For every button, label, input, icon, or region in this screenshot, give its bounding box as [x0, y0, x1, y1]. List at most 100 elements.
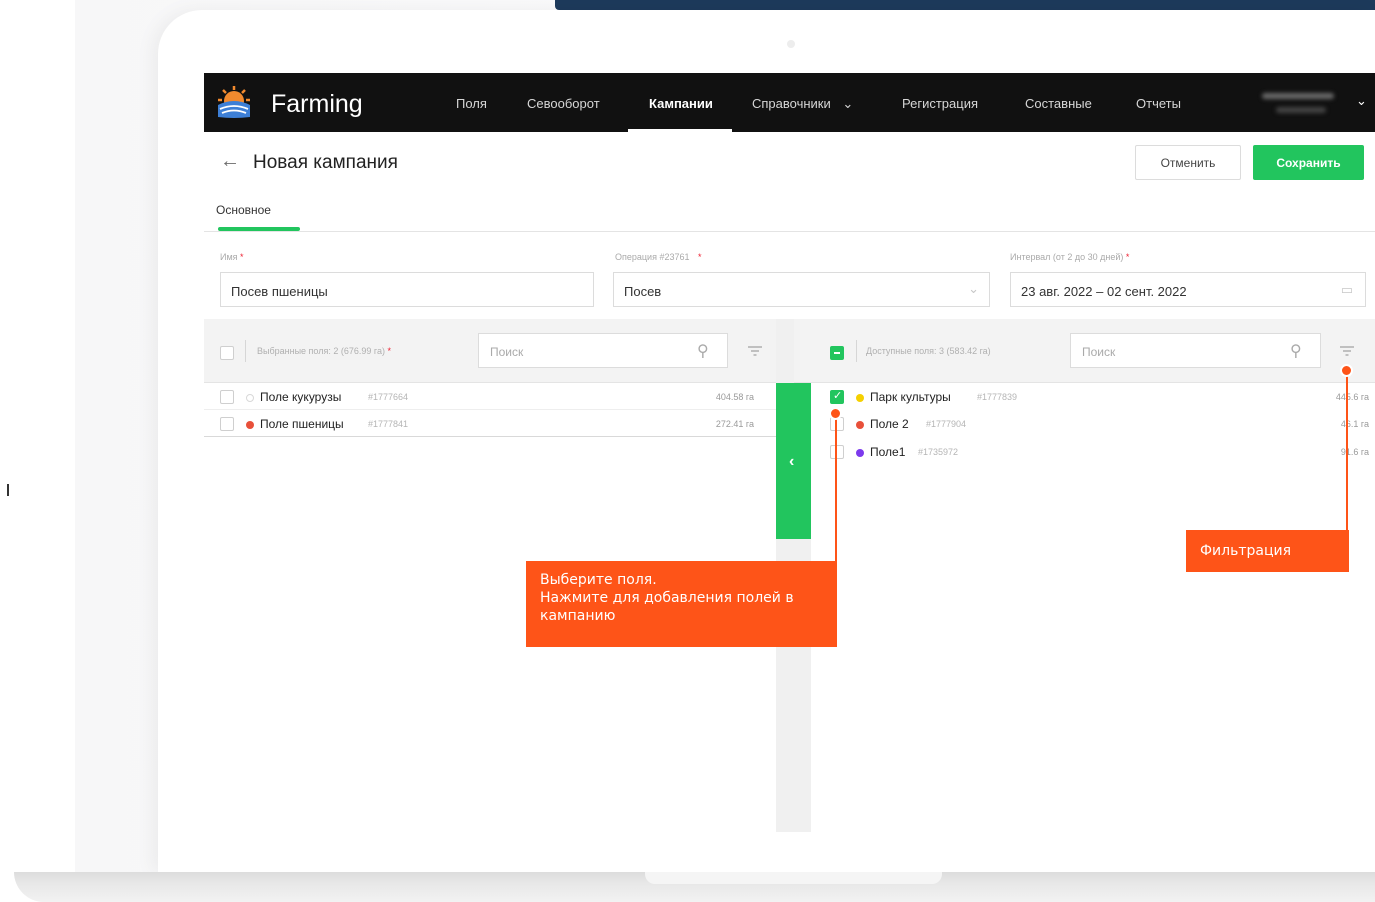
field-name: Поле1: [870, 445, 906, 459]
user-name-blurred: [1262, 93, 1334, 99]
table-row[interactable]: Поле пшеницы #1777841 272.41 га: [204, 411, 776, 437]
chevron-left-icon: ‹: [789, 453, 795, 470]
callout-line: [1346, 374, 1348, 530]
calendar-icon[interactable]: ▭: [1341, 282, 1353, 298]
available-fields-panel-header: Доступные поля: 3 (583.42 га) Поиск ⚲: [794, 319, 1375, 383]
chevron-down-icon: ⌄: [842, 96, 854, 111]
field-area: 404.58 га: [715, 392, 754, 402]
callout-marker: [829, 407, 842, 420]
tab-main[interactable]: Основное: [216, 203, 271, 217]
required-mark: *: [1125, 252, 1130, 262]
field-name: Поле пшеницы: [260, 417, 344, 431]
page-title: Новая кампания: [253, 152, 398, 173]
table-row[interactable]: Поле1 #1735972 91.6 га: [811, 439, 1375, 465]
operation-select-value: Посев: [624, 284, 662, 299]
field-id: #1777664: [368, 392, 409, 402]
callout-text-line: кампанию: [540, 608, 616, 624]
field-id: #1777841: [368, 419, 409, 429]
table-row[interactable]: Поле 2 #1777904 46.1 га: [811, 411, 1375, 437]
callout-text-line: Нажмите для добавления полей в: [540, 590, 794, 606]
app-window: Farming Поля Севооборот Кампании Справоч…: [204, 73, 1375, 832]
screenshot-stage: { "app": { "logo_text": "Farming", "nav"…: [0, 0, 1375, 902]
laptop-notch: [645, 872, 942, 884]
nav-item-composite[interactable]: Составные: [1025, 96, 1092, 111]
select-all-selected-checkbox[interactable]: [220, 346, 234, 360]
operation-field-label-text: Операция #23761: [615, 252, 690, 262]
field-area: 445.6 га: [1335, 392, 1369, 402]
row-checkbox-checked[interactable]: ✓: [830, 390, 844, 404]
nav-item-directories[interactable]: Справочники ⌄: [752, 96, 853, 112]
field-id: #1735972: [918, 447, 959, 457]
tab-divider: [204, 231, 1375, 232]
required-mark: *: [698, 252, 702, 262]
operation-select[interactable]: Посев ⌄: [613, 272, 990, 307]
device-top-strip: [555, 0, 1375, 10]
laptop-camera: [787, 40, 795, 48]
interval-date-range-value: 23 авг. 2022 – 02 сент. 2022: [1021, 284, 1187, 299]
field-color-dot: [856, 394, 864, 402]
app-logo-text[interactable]: Farming: [271, 90, 363, 119]
available-fields-search-input[interactable]: Поиск ⚲: [1070, 333, 1321, 368]
field-area: 272.41 га: [715, 419, 754, 429]
edge-mark: [7, 484, 9, 496]
filter-callout: Фильтрация: [1186, 530, 1349, 572]
nav-item-fields[interactable]: Поля: [456, 96, 487, 111]
field-color-dot: [856, 421, 864, 429]
top-navigation-bar: Farming Поля Севооборот Кампании Справоч…: [204, 73, 1375, 132]
callout-text-line: Выберите поля.: [540, 572, 657, 588]
table-row[interactable]: ✓ Парк культуры #1777839 445.6 га: [811, 384, 1375, 410]
required-mark: *: [240, 252, 244, 262]
list-bottom-divider: [204, 436, 776, 437]
interval-field-label: Интервал (от 2 до 30 дней) *: [1010, 252, 1129, 262]
nav-active-indicator: [628, 129, 732, 132]
nav-item-crop-rotation[interactable]: Севооборот: [527, 96, 600, 111]
nav-item-reports[interactable]: Отчеты: [1136, 96, 1181, 111]
field-color-dot: [856, 449, 864, 457]
cancel-button[interactable]: Отменить: [1135, 145, 1241, 180]
search-icon[interactable]: ⚲: [1290, 341, 1302, 361]
arrow-left-icon[interactable]: ←: [220, 150, 240, 173]
user-menu[interactable]: [1254, 87, 1354, 119]
search-icon[interactable]: ⚲: [697, 341, 709, 361]
operation-field-label: Операция #23761 *: [615, 252, 702, 262]
save-button[interactable]: Сохранить: [1253, 145, 1364, 180]
field-name: Парк культуры: [870, 390, 951, 404]
table-row[interactable]: Поле кукурузы #1777664 404.58 га: [204, 384, 776, 410]
row-checkbox[interactable]: [220, 417, 234, 431]
selected-fields-search-input[interactable]: Поиск ⚲: [478, 333, 728, 368]
selected-fields-count-text: Выбранные поля: 2 (676.99 га): [257, 346, 385, 356]
move-fields-button[interactable]: ‹: [776, 383, 811, 539]
field-id: #1777904: [926, 419, 967, 429]
header-separator: [856, 340, 857, 362]
chevron-down-icon[interactable]: ⌄: [1356, 93, 1367, 109]
field-color-dot: [246, 394, 254, 402]
required-mark: *: [387, 346, 392, 356]
search-placeholder: Поиск: [1082, 345, 1116, 359]
name-input[interactable]: Посев пшеницы: [220, 272, 594, 307]
interval-field-label-text: Интервал (от 2 до 30 дней): [1010, 252, 1124, 262]
field-id: #1777839: [977, 392, 1018, 402]
callout-marker: [1340, 364, 1353, 377]
row-checkbox[interactable]: [220, 390, 234, 404]
selected-fields-count-label: Выбранные поля: 2 (676.99 га) *: [257, 346, 391, 356]
name-field-label: Имя *: [220, 252, 244, 262]
chevron-down-icon: ⌄: [968, 281, 979, 296]
selected-fields-panel-header: Выбранные поля: 2 (676.99 га) * Поиск ⚲: [204, 319, 776, 383]
field-name: Поле 2: [870, 417, 909, 431]
select-all-available-checkbox[interactable]: [830, 346, 844, 360]
select-fields-callout: Выберите поля. Нажмите для добавления по…: [526, 561, 837, 647]
nav-item-registration[interactable]: Регистрация: [902, 96, 978, 111]
available-fields-count-label: Доступные поля: 3 (583.42 га): [866, 346, 991, 356]
nav-item-directories-label: Справочники: [752, 96, 831, 111]
checkmark-icon: ✓: [833, 390, 843, 402]
field-name: Поле кукурузы: [260, 390, 342, 404]
logo-icon: [218, 86, 250, 118]
callout-line: [835, 416, 837, 561]
nav-item-campaigns[interactable]: Кампании: [649, 96, 713, 111]
filter-icon[interactable]: [748, 346, 762, 356]
row-checkbox[interactable]: [830, 445, 844, 459]
interval-date-range-input[interactable]: 23 авг. 2022 – 02 сент. 2022 ▭: [1010, 272, 1366, 307]
user-role-blurred: [1276, 107, 1326, 113]
header-separator: [245, 340, 246, 362]
filter-icon[interactable]: [1340, 346, 1354, 356]
